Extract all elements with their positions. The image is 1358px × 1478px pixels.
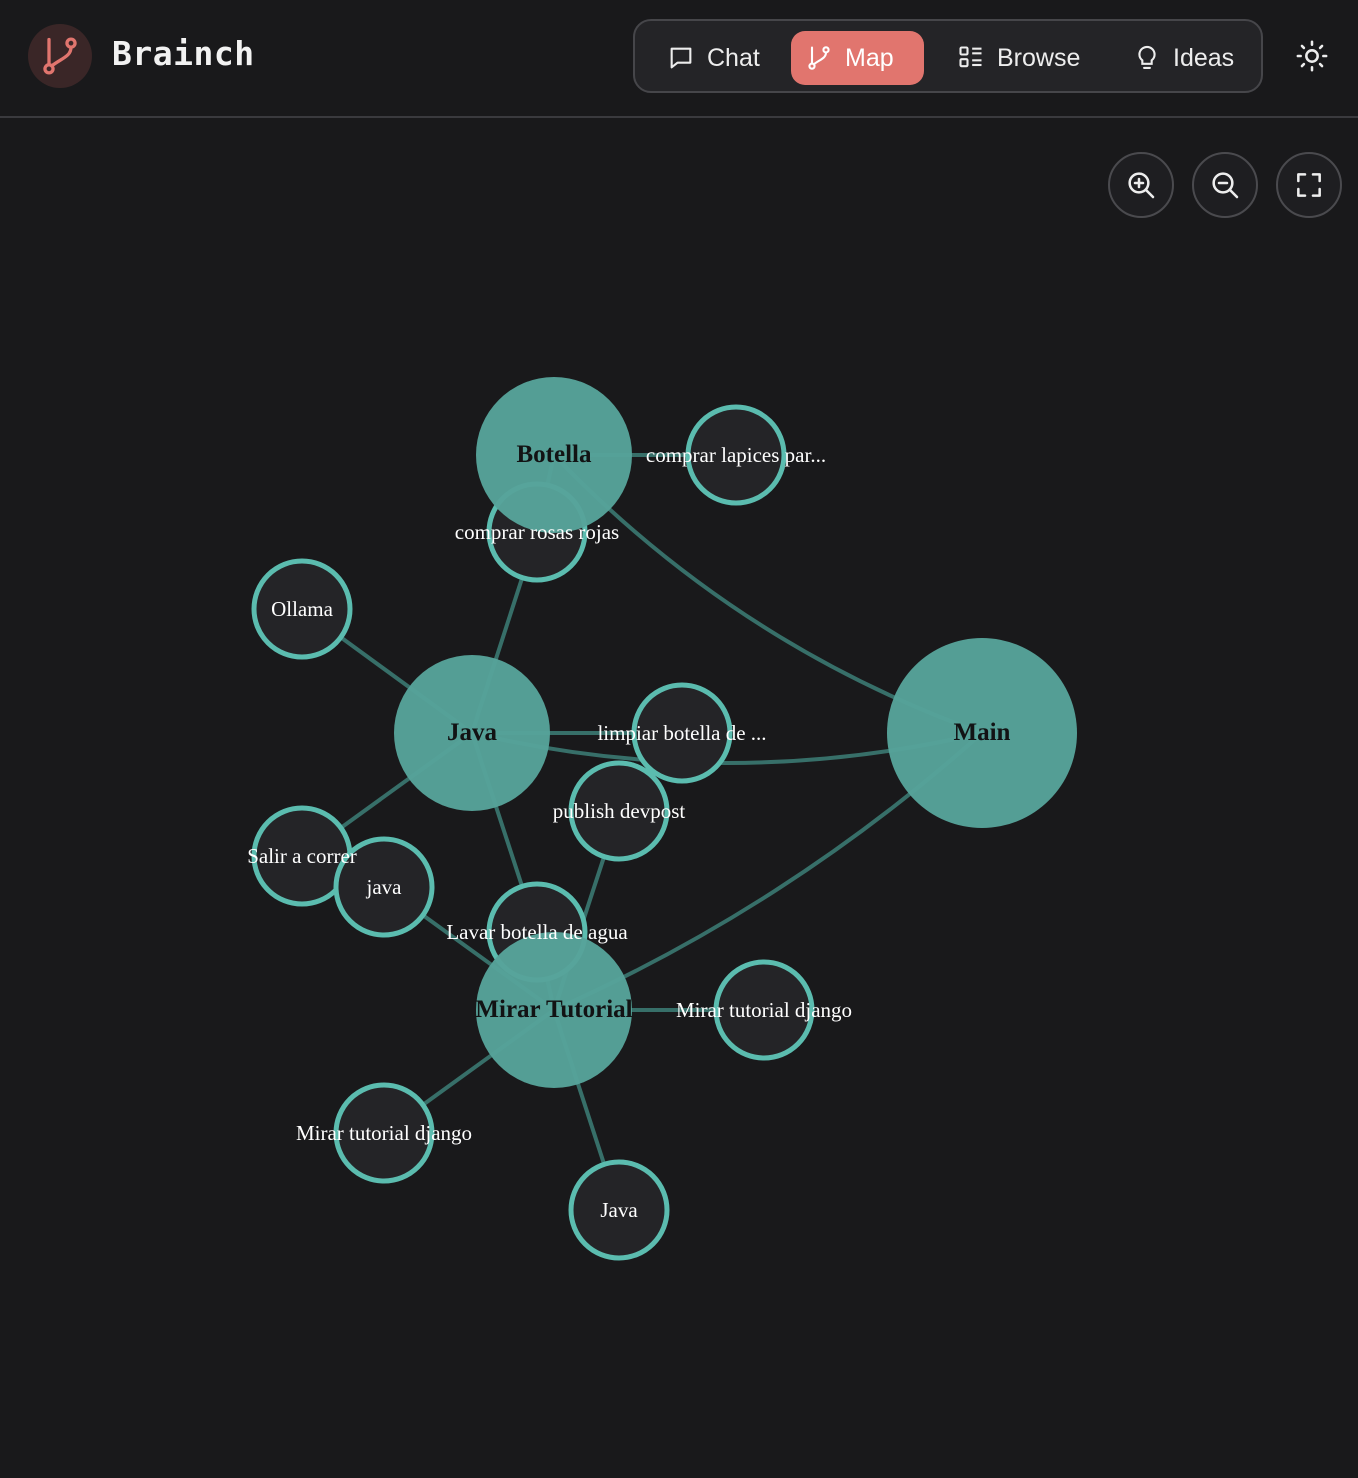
nav-browse-label: Browse — [997, 43, 1081, 72]
lightbulb-icon — [1138, 45, 1156, 69]
theme-toggle-button[interactable] — [1290, 34, 1334, 78]
chat-bubble-icon — [670, 47, 692, 69]
nav-map-tab[interactable]: Map — [791, 31, 924, 85]
app-name: Brainch — [112, 34, 255, 73]
node-label-ollama: Ollama — [271, 597, 333, 621]
node-label-mirar: Mirar Tutorial — [475, 996, 632, 1023]
main-nav: Chat Map Browse Ideas — [633, 19, 1263, 93]
node-label-devpost: publish devpost — [553, 799, 686, 823]
branch-icon — [808, 46, 830, 70]
node-label-botella: Botella — [517, 441, 592, 468]
node-label-java_leaf: java — [366, 875, 403, 899]
sun-icon — [1296, 40, 1328, 72]
branch-logo-icon — [43, 37, 77, 75]
node-label-django2: Mirar tutorial django — [296, 1121, 472, 1145]
node-label-rosas: comprar rosas rojas — [455, 520, 619, 544]
nav-chat-tab[interactable]: Chat — [653, 31, 774, 85]
nav-ideas-label: Ideas — [1173, 43, 1235, 72]
node-label-limpiar: limpiar botella de ... — [597, 721, 766, 745]
node-label-main: Main — [954, 719, 1011, 746]
brainch-logo[interactable] — [28, 24, 92, 88]
nav-map-label: Map — [845, 43, 894, 72]
mind-map-canvas[interactable]: Botella Main Java Mirar Tutorial comprar lap… — [0, 120, 1358, 1478]
node-label-lapices: comprar lapices par... — [646, 443, 826, 467]
node-label-java_hub: Java — [447, 719, 498, 746]
nav-chat-label: Chat — [707, 43, 760, 72]
node-label-correr: Salir a correr — [247, 844, 357, 868]
nav-ideas-tab[interactable]: Ideas — [1119, 31, 1248, 85]
list-grid-icon — [959, 46, 982, 68]
node-label-lavar: Lavar botella de agua — [446, 920, 628, 944]
node-label-java_leaf2: Java — [600, 1198, 638, 1222]
nav-browse-tab[interactable]: Browse — [943, 31, 1094, 85]
app-header: Brainch Chat Map Browse Ideas — [0, 0, 1358, 118]
node-label-django1: Mirar tutorial django — [676, 998, 852, 1022]
